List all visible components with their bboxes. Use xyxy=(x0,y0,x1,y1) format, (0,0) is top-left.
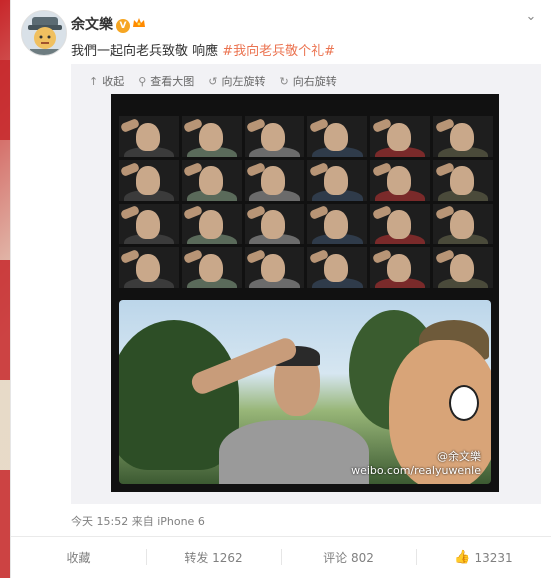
media-toolbar: ↑ 收起 ⚲ 查看大图 ↺ 向左旋转 ↻ 向右旋转 xyxy=(89,72,337,90)
post-actions: 收藏 转发 1262 评论 802 👍 13231 xyxy=(11,537,551,578)
arrow-up-icon: ↑ xyxy=(89,74,99,88)
view-large-button[interactable]: ⚲ 查看大图 xyxy=(138,73,194,89)
veteran-portrait xyxy=(370,116,431,157)
veteran-portrait xyxy=(244,116,305,157)
rotate-right-icon: ↻ xyxy=(279,74,289,88)
post-text: 我們一起向老兵致敬 响應 #我向老兵敬个礼# xyxy=(71,40,335,59)
rotate-left-icon: ↺ xyxy=(208,74,218,88)
author-name[interactable]: 余文樂 xyxy=(71,17,113,33)
veteran-portrait xyxy=(307,159,368,201)
post-source: 来自 iPhone 6 xyxy=(131,515,205,528)
author-avatar[interactable] xyxy=(21,10,67,56)
crown-icon xyxy=(133,18,145,27)
repost-button[interactable]: 转发 1262 xyxy=(146,537,281,578)
hashtag-link[interactable]: #我向老兵敬个礼# xyxy=(222,44,335,59)
veteran-portrait xyxy=(433,203,493,245)
veteran-portrait xyxy=(244,247,305,288)
veteran-portrait xyxy=(119,247,179,288)
veteran-portrait xyxy=(119,203,179,245)
veteran-portrait xyxy=(119,159,179,201)
post-header: 余文樂 V xyxy=(71,14,146,34)
veteran-portrait xyxy=(307,247,368,288)
rotate-left-button[interactable]: ↺ 向左旋转 xyxy=(208,73,265,89)
veteran-portrait xyxy=(433,159,493,201)
salute-photo: @余文樂 weibo.com/realyuwenle xyxy=(119,300,491,484)
image-watermark: @余文樂 weibo.com/realyuwenle xyxy=(351,450,481,477)
post-text-plain: 我們一起向老兵致敬 响應 xyxy=(71,44,223,59)
comment-button[interactable]: 评论 802 xyxy=(281,537,416,578)
veteran-portrait xyxy=(181,203,242,245)
media-expanded-box: ↑ 收起 ⚲ 查看大图 ↺ 向左旋转 ↻ 向右旋转 @余文樂 weibo.com… xyxy=(71,64,541,504)
veteran-portrait xyxy=(307,116,368,157)
veteran-portrait xyxy=(181,159,242,201)
veteran-portrait xyxy=(244,159,305,201)
veteran-portrait xyxy=(119,116,179,157)
chevron-down-icon[interactable]: ⌄ xyxy=(523,10,539,24)
veteran-portrait xyxy=(370,203,431,245)
veteran-portrait xyxy=(433,247,493,288)
magnifier-icon: ⚲ xyxy=(138,74,147,88)
favorite-button[interactable]: 收藏 xyxy=(11,537,146,578)
veteran-portrait xyxy=(433,116,493,157)
veteran-portrait xyxy=(370,247,431,288)
veteran-portrait xyxy=(181,116,242,157)
verified-icon: V xyxy=(116,19,130,33)
post-time[interactable]: 今天 15:52 xyxy=(71,515,128,528)
collapse-button[interactable]: ↑ 收起 xyxy=(89,73,124,89)
veteran-salute-grid xyxy=(119,116,493,288)
rotate-right-button[interactable]: ↻ 向右旋转 xyxy=(280,73,337,89)
thumbs-up-icon: 👍 xyxy=(454,550,471,565)
weibo-post-card: ⌄ 余文樂 V 我們一起向老兵致敬 响應 #我向老兵敬个礼# ↑ 收起 ⚲ 查看大… xyxy=(10,0,551,578)
post-meta: 今天 15:52 来自 iPhone 6 xyxy=(71,513,205,529)
veteran-portrait xyxy=(244,203,305,245)
like-button[interactable]: 👍 13231 xyxy=(416,537,551,578)
veteran-portrait xyxy=(370,159,431,201)
post-image[interactable]: @余文樂 weibo.com/realyuwenle xyxy=(111,94,499,492)
veteran-portrait xyxy=(307,203,368,245)
veteran-portrait xyxy=(181,247,242,288)
